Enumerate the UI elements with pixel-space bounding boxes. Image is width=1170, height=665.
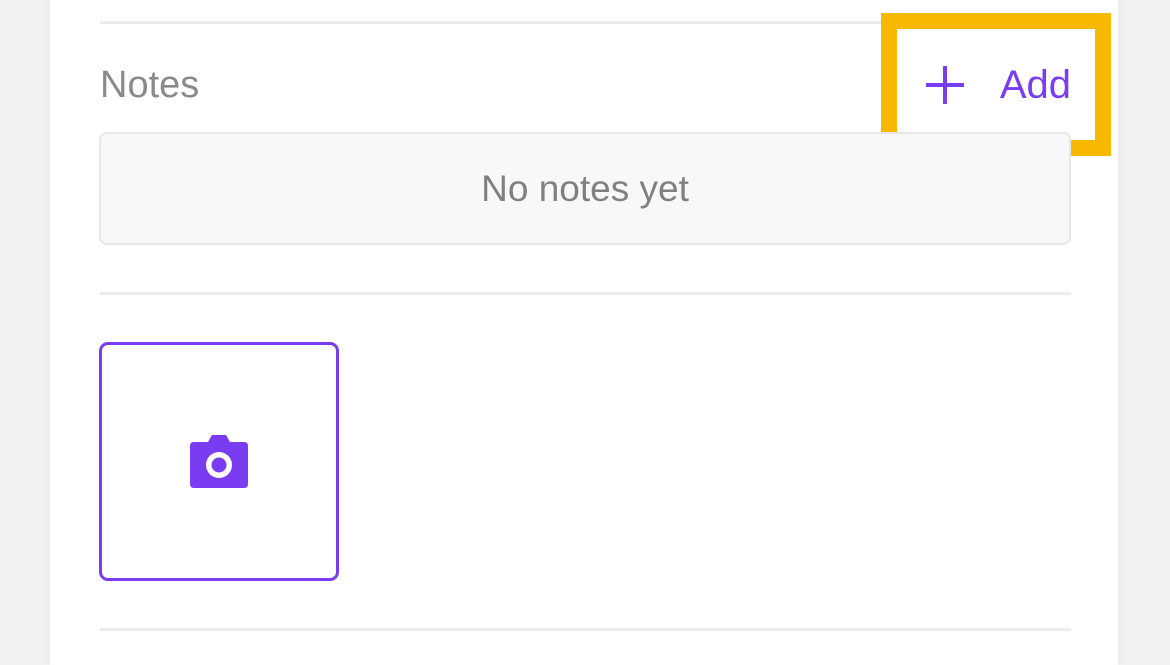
top-divider [100,21,1071,24]
camera-icon [190,434,248,488]
add-note-button[interactable]: Add [900,30,1093,139]
notes-section-title: Notes [100,64,200,106]
empty-state-text: No notes yet [481,167,689,209]
bottom-divider [100,628,1071,631]
notes-empty-state: No notes yet [99,132,1071,245]
add-note-label: Add [999,62,1071,107]
section-divider [100,292,1071,295]
plus-icon [925,65,964,104]
add-photo-button[interactable] [99,342,339,581]
